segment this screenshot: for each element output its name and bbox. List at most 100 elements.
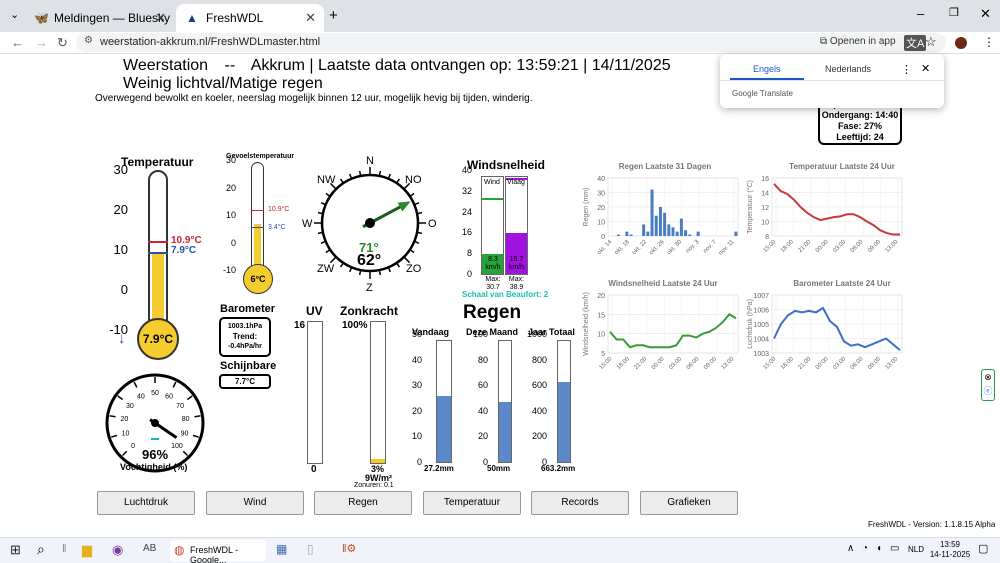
open-in-app-button[interactable]: ⧉ Openen in app [820,36,896,47]
back-icon[interactable]: ← [11,35,24,50]
translate-close-icon[interactable]: ✕ [921,62,930,75]
tray-volume-icon[interactable]: ◖ [876,543,882,554]
tray-wifi-icon[interactable]: ◔ [862,543,868,554]
translate-icon[interactable]: 文A [904,35,927,51]
chart-bar [650,189,654,236]
app-ab-icon[interactable]: AB [143,543,156,554]
chart-bar [671,227,675,236]
chart-bar [679,218,683,236]
app-network-icon[interactable]: ▦ [276,542,287,556]
compass-tick [358,269,362,276]
translate-menu-icon[interactable]: ⋮ [901,63,912,76]
rain-month-fill [499,401,511,462]
reload-icon[interactable]: ↻ [57,35,68,51]
chart-bar [658,207,662,236]
compass-tick [409,192,415,197]
bookmark-star-icon[interactable]: ☆ [925,34,937,50]
rain-today-scale-tick: 30 [411,380,422,391]
chart-ytick-label: 1004 [753,337,769,344]
tab-list-chevron-icon[interactable]: ⌄ [10,8,19,21]
keyboard-language[interactable]: NLD [908,545,924,554]
chart-bar [654,215,658,236]
humidity-tick [194,415,201,418]
chart-ytick-label: 1003 [753,351,769,358]
chart-xtick-label: 00:00 [815,239,830,254]
feels-like-high: 10.9°C [268,206,290,213]
notifications-icon[interactable]: ▢ [978,542,988,555]
menu-kebab-icon[interactable]: ⋮ [983,35,995,49]
close-icon[interactable]: ✕ [305,10,316,26]
moon-phase-text: Fase: 27% [837,121,883,131]
site-info-icon[interactable]: ⚙ [84,35,93,46]
chart-xtick-label: okt. 26 [649,239,666,256]
app-tools-icon[interactable]: ‖⚙ [342,542,356,555]
firefox-icon[interactable]: ◉ [112,542,123,558]
restore-icon[interactable]: ❐ [949,6,959,19]
uv-max: 16 [294,320,306,331]
chart-xtick-label: 09:00 [867,356,882,371]
tray-chevron-icon[interactable]: ∧ [847,543,854,554]
task-view-icon[interactable]: ‖ [62,543,67,555]
rain-today-scale-tick: 10 [411,431,422,442]
barometer-box: 1003.1hPa Trend: -0.4hPa/hr [219,317,271,357]
chart-ytick-label: 20 [597,293,605,300]
wind-button[interactable]: Wind [206,491,304,515]
wind-scale-tick: 40 [461,165,472,175]
feels-like-scale: 30 20 10 0 -10 [222,155,236,275]
temperatuur-button[interactable]: Temperatuur [423,491,521,515]
chart-xtick-label: 18:00 [616,356,631,371]
side-panel-widget[interactable]: ⊗ ⓔ [981,369,995,401]
separator: -- [224,57,236,74]
rain-month-value: 50mm [487,464,511,473]
rain-today-scale: 50 40 30 20 10 0 [406,329,422,467]
forward-icon[interactable]: → [35,35,48,50]
solar-bar-fill [371,458,385,463]
translate-tab-dutch[interactable]: Nederlands [825,64,871,74]
solar-title: Zonkracht [340,304,399,318]
mountain-icon: ▲ [186,11,198,25]
compass-label-w: W [302,218,313,230]
close-icon[interactable]: ✕ [155,10,166,26]
file-explorer-icon[interactable]: ▆ [82,542,92,558]
humidity-tick-label: 100 [171,443,183,450]
chart-xtick-label: okt. 22 [631,239,648,256]
profile-avatar[interactable] [955,37,967,49]
chart-xtick-label: 21:00 [797,356,812,371]
wind-speed-title: Windsnelheid [467,158,545,172]
chart-xtick-label: 03:00 [832,356,847,371]
grafieken-button[interactable]: Grafieken [640,491,738,515]
search-icon[interactable]: ⌕ [37,541,45,558]
extension-icon[interactable]: ⓔ [982,384,994,398]
clock[interactable]: 13:59 14-11-2025 [928,540,972,560]
chart-xtick-label: 13:00 [885,356,900,371]
tab-freshwdl[interactable]: ▲ FreshWDL ✕ [176,4,324,32]
taskbar-chrome-app[interactable]: ◍ FreshWDL - Google... [170,540,266,563]
regen-button[interactable]: Regen [314,491,412,515]
tab-bluesky[interactable]: 🦋 Meldingen — Bluesky ✕ [24,4,174,32]
compass-label-zo: ZO [406,263,422,275]
wind-scale-tick: 32 [461,185,472,196]
start-windows-icon[interactable]: ⊞ [10,542,21,558]
close-circle-icon[interactable]: ⊗ [982,370,994,384]
rain-month-scale: 100 80 60 40 20 0 [468,329,488,467]
chart-ylabel: Windsnelheid (km/h) [583,292,590,356]
tab-title: Meldingen — Bluesky [54,11,171,25]
sunset-text: Ondergang: 14:40 [821,110,899,120]
tray-battery-icon[interactable]: ▭ [890,543,899,554]
records-button[interactable]: Records [531,491,629,515]
uv-value: 0 [311,464,317,475]
rain-title: Regen [463,302,522,323]
minimize-icon[interactable]: – [917,6,924,21]
solar-bar [370,321,386,464]
rain-today-scale-tick: 40 [411,354,422,365]
close-window-icon[interactable]: ✕ [980,6,991,22]
luchtdruk-button[interactable]: Luchtdruk [97,491,195,515]
new-tab-icon[interactable]: + [329,7,338,24]
app-document-icon[interactable]: ▯ [307,542,314,556]
chart-xtick-label: 13:00 [721,356,736,371]
feels-like-scale-tick: -10 [222,265,236,275]
chart-bar [642,224,646,236]
temperature-scale-tick: 10 [113,242,128,257]
address-bar[interactable]: ⚙ weerstation-akkrum.nl/FreshWDLmaster.h… [76,33,946,52]
translate-tab-english[interactable]: Engels [753,64,781,74]
